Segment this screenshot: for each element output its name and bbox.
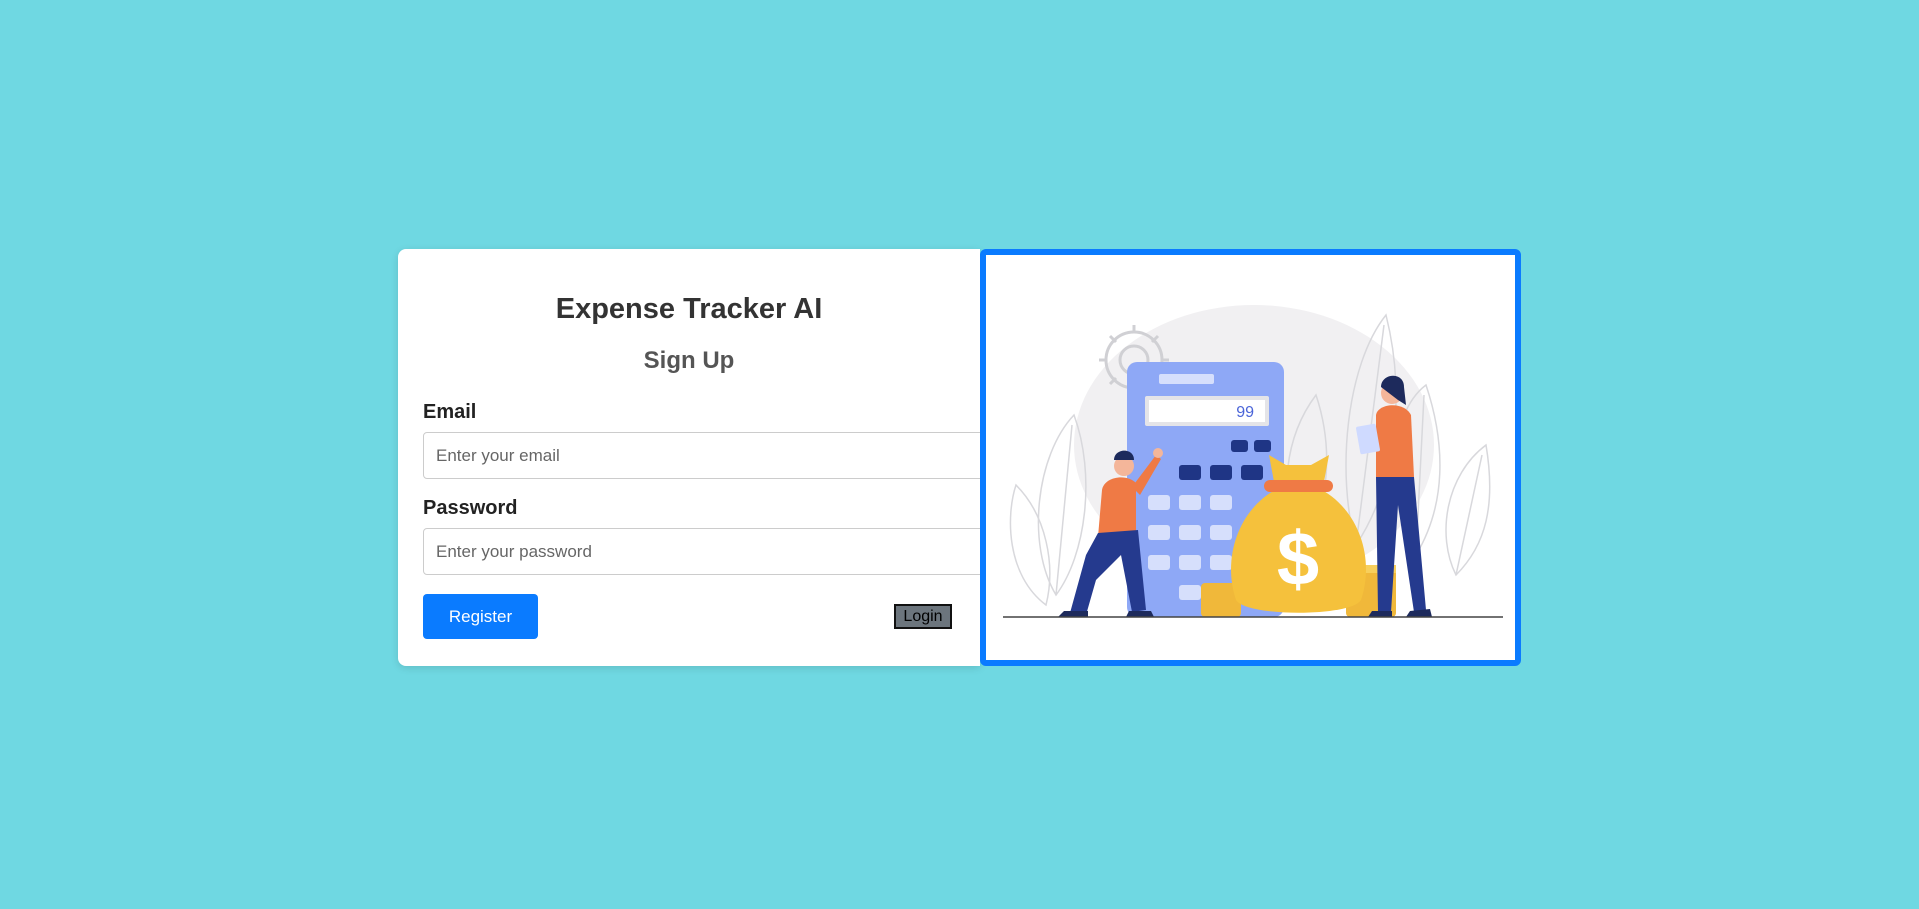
email-field[interactable] (423, 432, 1003, 479)
signup-form-panel: Expense Tracker AI Sign Up Email Passwor… (398, 249, 1003, 666)
password-field[interactable] (423, 528, 1003, 575)
page-title: Sign Up (643, 347, 735, 374)
login-button[interactable]: Login (894, 604, 952, 629)
app-title: Expense Tracker AI (555, 293, 823, 325)
illustration-panel: 99 $ (980, 249, 1521, 666)
register-button[interactable]: Register (423, 594, 538, 639)
finance-illustration: 99 $ (1003, 305, 1503, 618)
password-label: Password (423, 497, 518, 519)
email-label: Email (423, 401, 477, 423)
signup-card: Expense Tracker AI Sign Up Email Passwor… (398, 249, 1521, 666)
dollar-sign-icon: $ (1277, 517, 1319, 602)
calculator-display: 99 (1236, 404, 1254, 421)
